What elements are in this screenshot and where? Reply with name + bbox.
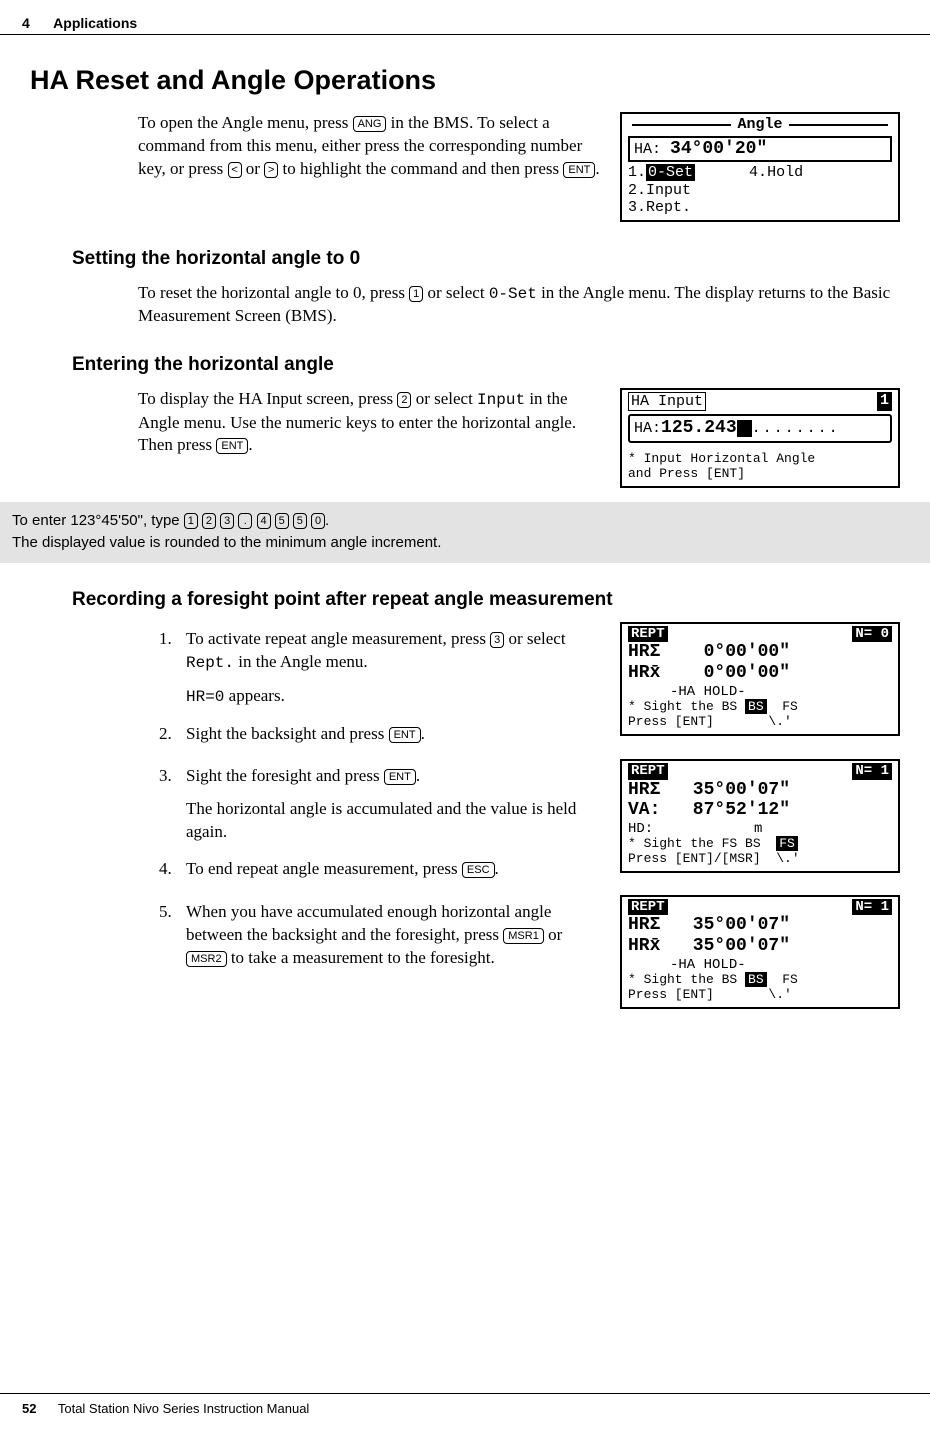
step-2: Sight the backsight and press ENT. — [176, 723, 606, 746]
step-5: When you have accumulated enough horizon… — [176, 901, 606, 970]
lcd-title: Angle — [731, 116, 788, 133]
key-3: 3 — [490, 632, 504, 648]
lcd-angle-menu: Angle HA: 34°00'20" 1.0-Set 4.Hold 2.Inp… — [620, 112, 900, 222]
step-1: To activate repeat angle measurement, pr… — [176, 628, 606, 708]
key-seq-4: 4 — [257, 513, 271, 529]
step-list: To activate repeat angle measurement, pr… — [138, 628, 606, 745]
step-3: Sight the foresight and press ENT. The h… — [176, 765, 606, 844]
sec2-paragraph: To display the HA Input screen, press 2 … — [138, 388, 606, 457]
lcd-input-value: 125.243 — [661, 418, 737, 438]
lcd-ha-value: 34°00'20" — [670, 139, 767, 159]
footer-rule — [0, 1393, 930, 1394]
key-seq-0: 0 — [311, 513, 325, 529]
key-2: 2 — [397, 392, 411, 408]
chapter-number: 4 — [22, 15, 30, 31]
page: 4 Applications HA Reset and Angle Operat… — [0, 0, 930, 1432]
lcd-ha-input: HA Input1 HA:125.243 ........ * Input Ho… — [620, 388, 900, 488]
key-esc: ESC — [462, 862, 495, 878]
section-heading-0set: Setting the horizontal angle to 0 — [72, 246, 900, 272]
key-left: < — [228, 162, 242, 178]
key-1: 1 — [409, 286, 423, 302]
section-heading-enter: Entering the horizontal angle — [72, 352, 900, 378]
key-msr1: MSR1 — [503, 928, 544, 944]
chapter-title: Applications — [53, 15, 137, 31]
note-box: To enter 123°45'50", type 1 2 3 . 4 5 5 … — [0, 502, 930, 563]
lcd-rept-0: REPTN= 0 HRΣ 0°00'00" HRx̄ 0°00'00" -HA … — [620, 622, 900, 735]
key-right: > — [264, 162, 278, 178]
key-msr2: MSR2 — [186, 951, 227, 967]
key-seq-5: 5 — [275, 513, 289, 529]
key-seq-dot: . — [238, 513, 252, 529]
step-4: To end repeat angle measurement, press E… — [176, 858, 606, 881]
manual-title: Total Station Nivo Series Instruction Ma… — [58, 1401, 309, 1416]
lcd-rept-2: REPTN= 1 HRΣ 35°00'07" HRx̄ 35°00'07" -H… — [620, 895, 900, 1008]
section-heading-rept: Recording a foresight point after repeat… — [72, 587, 900, 613]
page-title: HA Reset and Angle Operations — [30, 62, 900, 98]
intro-row: To open the Angle menu, press ANG in the… — [138, 112, 900, 222]
key-ent: ENT — [384, 769, 416, 785]
content-area: HA Reset and Angle Operations To open th… — [30, 62, 900, 1009]
page-footer: 52 Total Station Nivo Series Instruction… — [0, 1400, 930, 1418]
key-ent: ENT — [216, 438, 248, 454]
key-seq-2: 2 — [202, 513, 216, 529]
header-rule — [0, 34, 930, 35]
page-header: 4 Applications — [0, 14, 930, 33]
key-seq-3: 3 — [220, 513, 234, 529]
intro-paragraph: To open the Angle menu, press ANG in the… — [138, 112, 606, 181]
lcd-rept-1: REPTN= 1 HRΣ 35°00'07" VA: 87°52'12" HD:… — [620, 759, 900, 872]
sec1-paragraph: To reset the horizontal angle to 0, pres… — [138, 282, 900, 329]
key-ent: ENT — [389, 727, 421, 743]
key-ang: ANG — [353, 116, 387, 132]
key-seq-5b: 5 — [293, 513, 307, 529]
page-number: 52 — [22, 1401, 36, 1416]
key-seq-1: 1 — [184, 513, 198, 529]
key-ent: ENT — [563, 162, 595, 178]
